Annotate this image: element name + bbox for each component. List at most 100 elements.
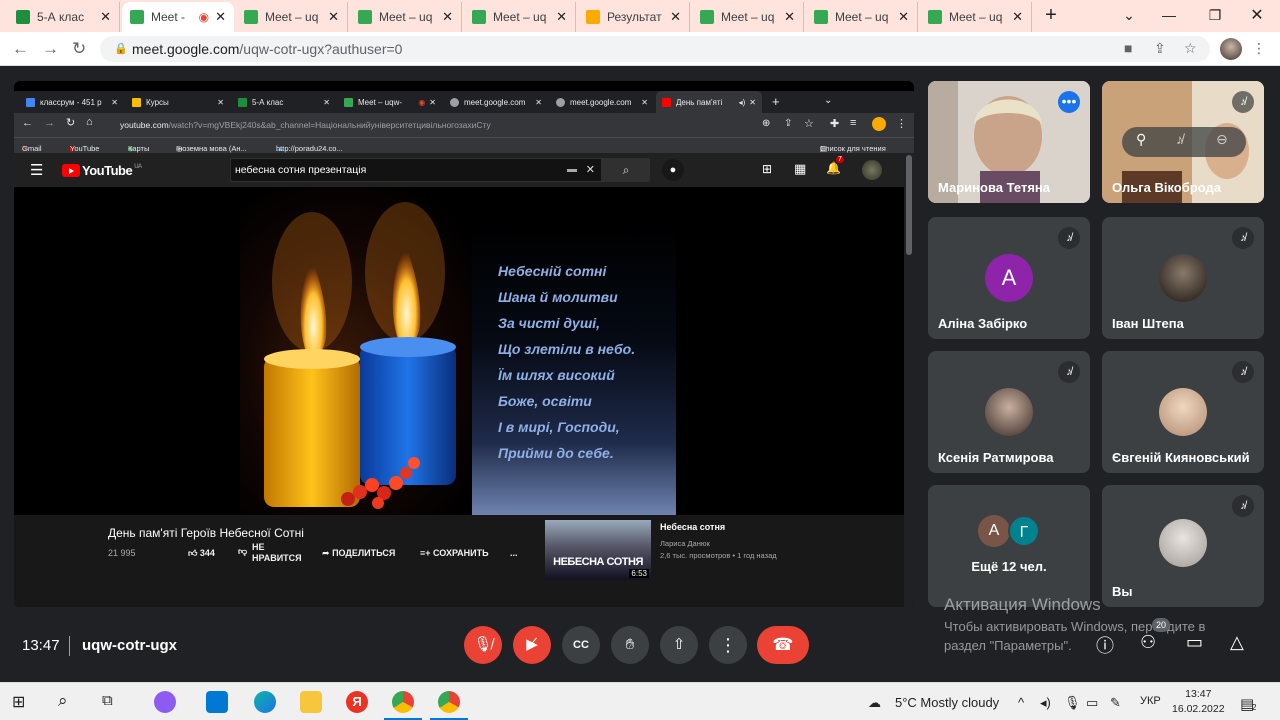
outer-tab[interactable]: Meet – uq ✕	[920, 2, 1032, 32]
participant-avatar	[985, 388, 1033, 436]
close-icon[interactable]: ✕	[556, 9, 567, 25]
close-icon[interactable]: ✕	[898, 9, 909, 25]
outer-tab[interactable]: 5-А клас ✕	[8, 2, 120, 32]
profile-avatar[interactable]	[1220, 38, 1242, 60]
more-options-button[interactable]: ⋮	[709, 626, 747, 664]
youtube-play-icon	[62, 164, 80, 177]
file-explorer-icon[interactable]	[300, 691, 322, 713]
poem-line: Їм шлях високий	[498, 367, 615, 383]
menu-icon[interactable]: ⋮	[1252, 40, 1266, 57]
reload-icon[interactable]: ↻	[72, 39, 86, 59]
present-screen-button[interactable]: ⇧	[660, 626, 698, 664]
meet-icon	[130, 10, 144, 24]
volume-icon[interactable]: ◂)	[1040, 695, 1051, 711]
outer-tab-label: Meet – uq	[379, 10, 433, 24]
app-icon[interactable]	[154, 691, 176, 713]
shared-tab-label: Курсы	[146, 97, 169, 107]
weather-icon[interactable]: ☁	[868, 695, 881, 711]
outer-tab-active[interactable]: Meet - ◉ ✕	[122, 2, 234, 32]
thumbs-down-icon: 👎︎	[238, 546, 248, 556]
outer-tab[interactable]: Meet – uq ✕	[236, 2, 348, 32]
shared-tab-label: Meet – uqw-	[358, 97, 403, 107]
show-hidden-icons[interactable]: ^	[1018, 695, 1024, 710]
task-view-icon[interactable]: ⧉	[102, 692, 113, 709]
classroom-icon	[26, 97, 35, 107]
mute-participant-icon[interactable]: ♪̸	[1176, 131, 1183, 147]
close-icon[interactable]: ✕	[328, 9, 339, 25]
close-icon[interactable]: ✕	[215, 9, 226, 25]
outer-tab[interactable]: Результат ✕	[578, 2, 690, 32]
close-window-button[interactable]: ✕	[1234, 0, 1280, 30]
participant-tile[interactable]: ⚲ ♪̸ ⊖ ♪̸ Ольга Вікоброда	[1102, 81, 1264, 203]
participant-tile[interactable]: ♪̸ Ксенія Ратмирова	[928, 351, 1090, 473]
outer-tab[interactable]: Meet – uq ✕	[350, 2, 462, 32]
participant-tile[interactable]: ♪̸ А Аліна Забірко	[928, 217, 1090, 339]
participant-tile[interactable]: ••• Маринова Тетяна	[928, 81, 1090, 203]
raise-hand-button[interactable]: ✋︎	[611, 626, 649, 664]
outer-tab[interactable]: Meet – uq ✕	[464, 2, 576, 32]
outer-tab[interactable]: Meet – uq ✕	[692, 2, 804, 32]
camera-toggle-button[interactable]: ▶̸	[513, 626, 551, 664]
close-icon[interactable]: ✕	[1012, 9, 1023, 25]
outer-tab-label: 5-А клас	[37, 10, 85, 24]
outer-tab[interactable]: Meet – uq ✕	[806, 2, 918, 32]
chat-icon[interactable]: ▭	[1186, 632, 1203, 653]
weather-text[interactable]: 5°C Mostly cloudy	[895, 695, 999, 710]
windows-start-icon[interactable]: ⊞	[12, 692, 25, 712]
bookmark-star-icon: ☆	[804, 118, 814, 130]
participant-name: Аліна Забірко	[938, 316, 1028, 331]
more-options-icon[interactable]: •••	[1058, 91, 1080, 113]
notification-count: 7	[836, 156, 844, 163]
activities-icon[interactable]: △	[1230, 632, 1244, 653]
shared-tab-label: классрум - 451 р	[40, 97, 102, 107]
captions-button[interactable]: CC	[562, 626, 600, 664]
edge-icon[interactable]	[254, 691, 276, 713]
mail-icon[interactable]	[206, 691, 228, 713]
chrome-icon[interactable]	[392, 691, 414, 713]
forward-icon[interactable]: →	[42, 39, 59, 59]
self-tile[interactable]: ♪̸ Вы	[1102, 485, 1264, 607]
search-icon[interactable]: ⌕	[58, 691, 68, 711]
maximize-button[interactable]: ❐	[1192, 0, 1238, 30]
bookmark-label: http://poradu24.co...	[276, 144, 343, 153]
participant-tile[interactable]: ♪̸ Іван Штепа	[1102, 217, 1264, 339]
globe-icon	[450, 97, 459, 107]
url-field[interactable]: 🔒 meet.google.com/uqw-cotr-ugx?authuser=…	[100, 36, 1210, 62]
back-icon[interactable]: ←	[12, 39, 29, 59]
outer-tab-label: Meet – uq	[835, 10, 889, 24]
chrome-icon[interactable]	[438, 691, 460, 713]
close-icon[interactable]: ✕	[670, 9, 681, 25]
remove-icon[interactable]: ⊖	[1216, 131, 1228, 148]
close-icon[interactable]: ✕	[100, 9, 111, 25]
battery-icon[interactable]: ▭	[1086, 695, 1098, 711]
bookmark-label: YouTube	[70, 144, 100, 153]
taskbar-time: 13:47	[1185, 688, 1212, 700]
close-icon[interactable]: ✕	[784, 9, 795, 25]
bookmark-star-icon[interactable]: ☆	[1184, 40, 1197, 57]
camera-icon[interactable]: ■	[1124, 40, 1132, 56]
microphone-icon[interactable]: 🎙︎	[1064, 695, 1081, 711]
leave-call-button[interactable]: ☎	[757, 626, 809, 664]
meeting-details-icon[interactable]: ⓘ	[1096, 632, 1114, 658]
classroom-icon	[238, 97, 247, 107]
minimize-button[interactable]: —	[1146, 0, 1192, 30]
people-icon[interactable]: ⚇	[1140, 632, 1156, 653]
taskbar-clock[interactable]: 13:47 16.02.2022	[1172, 687, 1225, 717]
participant-tile[interactable]: ♪̸ Євгеній Кияновський	[1102, 351, 1264, 473]
shared-address-bar: ← → ↻ ⌂ youtube.com/watch?v=mgVBEkj240s&…	[14, 113, 914, 137]
new-tab-button[interactable]: +	[1028, 0, 1074, 30]
pin-icon[interactable]: ⚲	[1136, 131, 1146, 148]
language-indicator[interactable]: УКР	[1140, 695, 1161, 707]
share-icon[interactable]: ⇪	[1154, 40, 1166, 57]
poem-line: Боже, освіти	[498, 393, 592, 409]
pen-icon[interactable]: ✎	[1110, 695, 1121, 711]
back-icon: ←	[22, 117, 33, 129]
recommended-views: 2,6 тыс. просмотров • 1 год назад	[660, 551, 777, 560]
close-icon[interactable]: ✕	[442, 9, 453, 25]
yandex-icon[interactable]: Я	[346, 691, 368, 713]
recording-icon: ◉	[418, 97, 426, 107]
participant-avatar: А	[978, 515, 1010, 547]
tab-search-icon: ⌄	[824, 95, 833, 106]
more-participants-tile[interactable]: А Г Ещё 12 чел.	[928, 485, 1090, 607]
mic-toggle-button[interactable]: 🎙︎̸	[464, 626, 502, 664]
